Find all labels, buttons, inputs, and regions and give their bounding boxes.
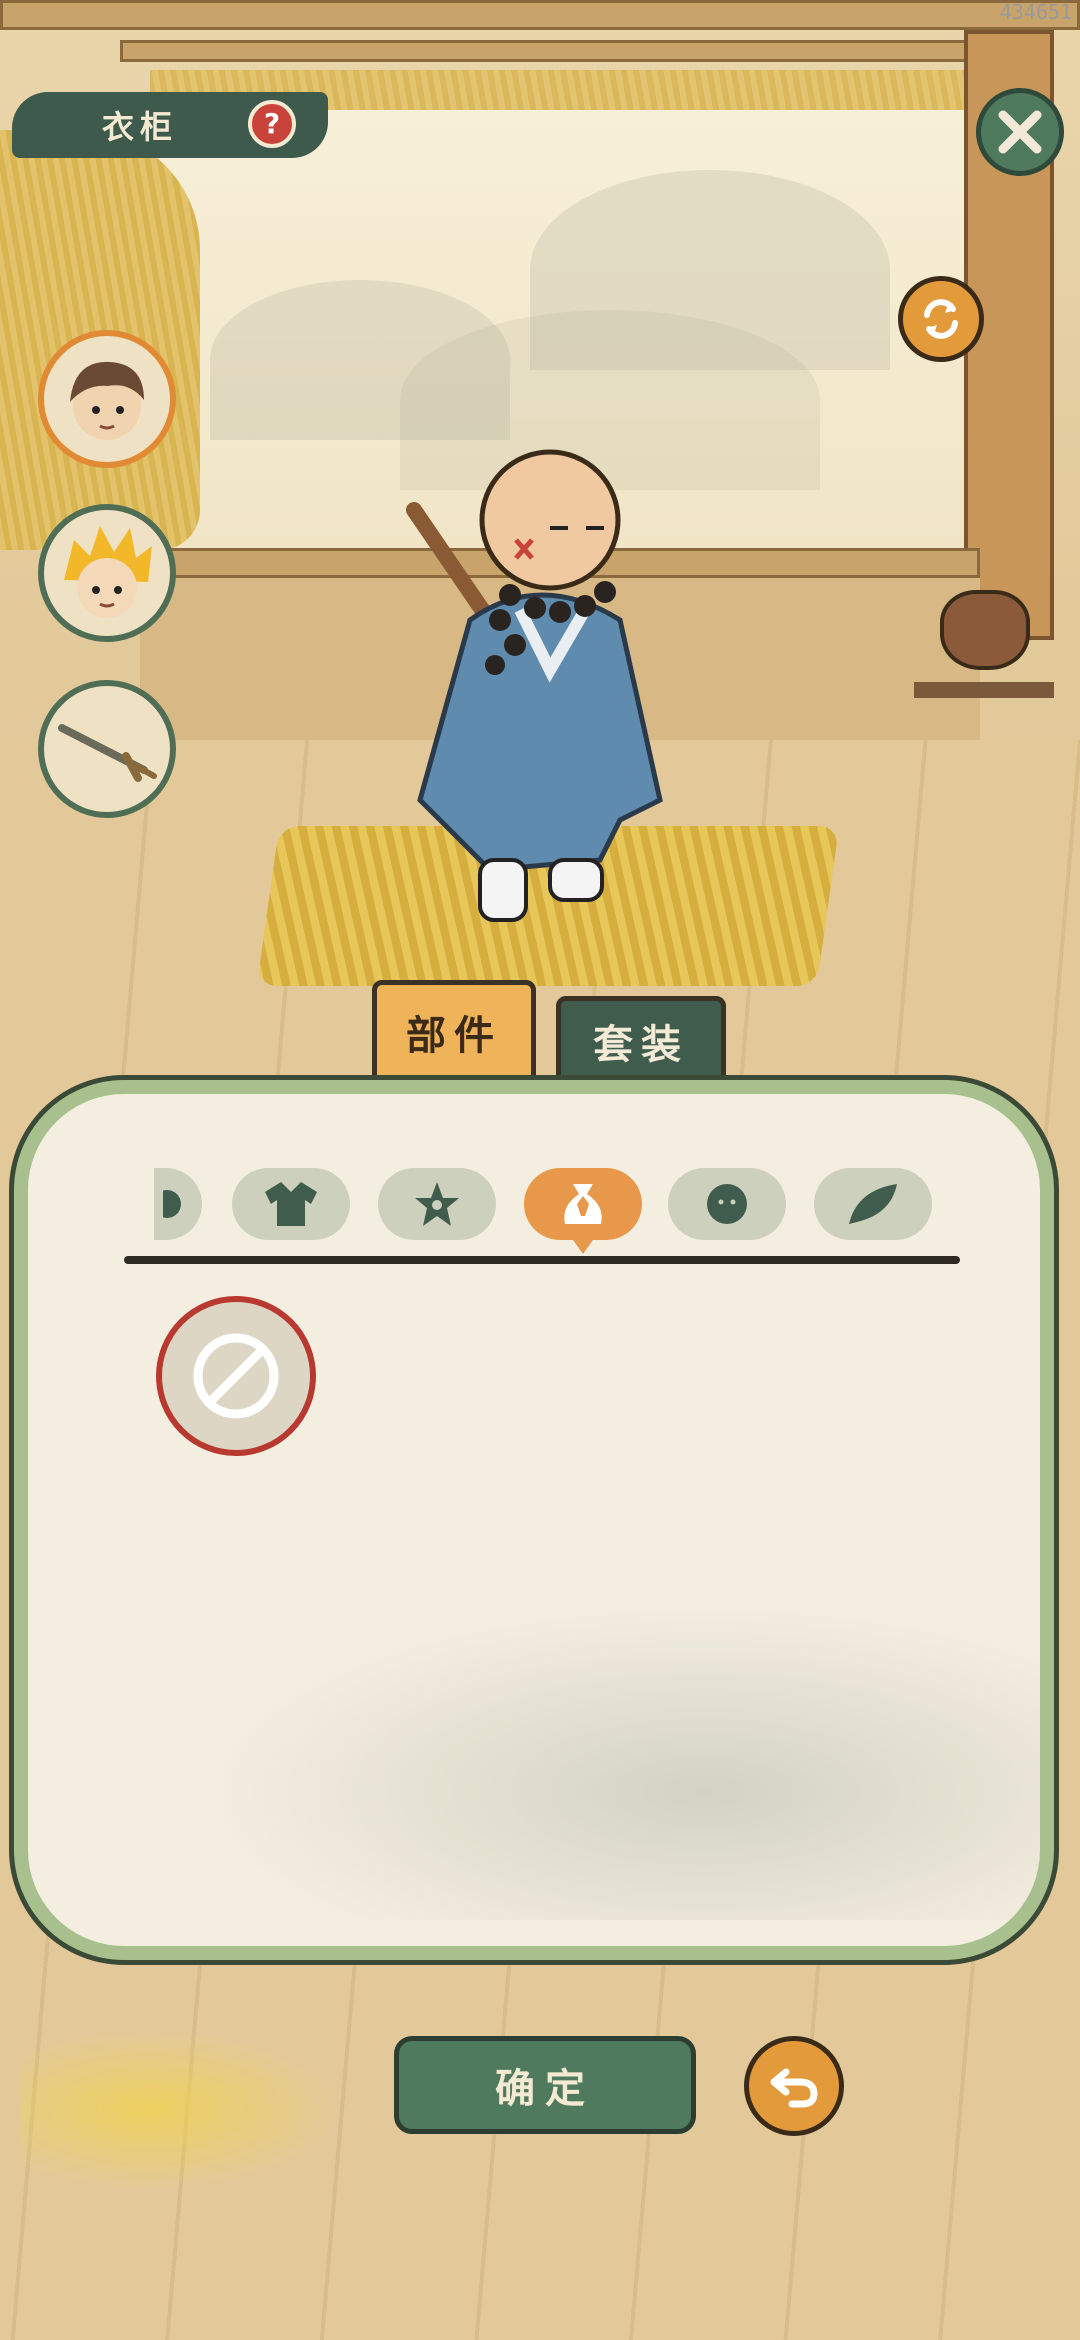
close-icon xyxy=(998,110,1042,154)
active-category-pointer xyxy=(573,1240,593,1254)
none-icon xyxy=(193,1333,279,1419)
undo-button[interactable] xyxy=(744,2036,844,2136)
tab-outfit-label: 套装 xyxy=(593,1022,689,1068)
question-icon[interactable]: ? xyxy=(248,100,296,148)
refresh-icon xyxy=(924,299,958,339)
roof-beam xyxy=(0,0,1080,30)
category-flower[interactable] xyxy=(378,1168,496,1240)
weapon-portrait-sword[interactable] xyxy=(38,680,176,818)
sword-icon xyxy=(58,724,157,782)
tab-parts-label: 部件 xyxy=(406,1013,502,1059)
roof-beam xyxy=(120,40,1020,62)
item-none[interactable] xyxy=(156,1296,316,1456)
flower-icon xyxy=(415,1182,459,1226)
undo-icon xyxy=(770,2068,818,2108)
category-face[interactable] xyxy=(668,1168,786,1240)
robe-icon xyxy=(265,1182,317,1226)
pot-stand xyxy=(914,682,1054,698)
character-portrait-golden-hair[interactable] xyxy=(38,504,176,642)
panel-mountain-mist xyxy=(200,1600,1040,1920)
bag-icon xyxy=(564,1184,602,1224)
partial-category-icon xyxy=(163,1190,181,1218)
golden-hair-avatar-icon xyxy=(64,526,152,618)
monk-character xyxy=(406,449,663,922)
character-portrait-brown-hair[interactable] xyxy=(38,330,176,468)
swap-button[interactable] xyxy=(898,276,984,362)
tab-outfit[interactable]: 套装 xyxy=(556,996,726,1086)
close-button[interactable] xyxy=(976,88,1064,176)
face-icon xyxy=(707,1184,747,1224)
tab-parts[interactable]: 部件 xyxy=(372,980,536,1084)
category-leaf[interactable] xyxy=(814,1168,932,1240)
confirm-button[interactable]: 确定 xyxy=(394,2036,696,2134)
brown-hair-avatar-icon xyxy=(70,361,144,440)
watermark-id: 434651 xyxy=(999,0,1072,24)
category-bag[interactable] xyxy=(524,1168,642,1240)
clay-pot xyxy=(940,590,1030,670)
fallen-leaves xyxy=(20,2030,340,2190)
category-divider xyxy=(124,1256,960,1264)
page-title: 衣柜 xyxy=(102,108,179,146)
leaf-icon xyxy=(849,1184,897,1224)
category-robe[interactable] xyxy=(232,1168,350,1240)
confirm-label: 确定 xyxy=(495,2066,595,2112)
